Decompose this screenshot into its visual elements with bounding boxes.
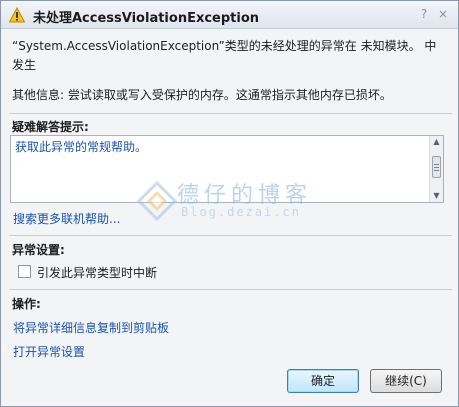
exception-settings-title: 异常设置: [12, 243, 65, 257]
dialog-title: 未处理AccessViolationException [33, 11, 260, 26]
close-icon[interactable]: × [436, 7, 450, 21]
blog-watermark: 德仔的博客 Blog.dezai.cn [137, 177, 327, 225]
title-bar: 未处理AccessViolationException ? × [1, 1, 458, 29]
search-more-help-link[interactable]: 搜索更多联机帮助... [13, 210, 120, 227]
actions-title: 操作: [12, 297, 41, 311]
copy-details-link[interactable]: 将异常详细信息复制到剪贴板 [13, 319, 169, 336]
troubleshooting-title: 疑难解答提示: [12, 120, 89, 134]
open-exception-settings-link[interactable]: 打开异常设置 [13, 343, 85, 360]
tips-scrollbar[interactable]: ▲ ▼ [429, 136, 443, 202]
ok-button[interactable]: 确定 [287, 369, 359, 393]
tip-link-general-help[interactable]: 获取此异常的常规帮助。 [15, 138, 147, 155]
divider [9, 235, 452, 236]
scroll-up-icon[interactable]: ▲ [430, 136, 443, 148]
scroll-thumb[interactable] [432, 156, 441, 178]
additional-info: 其他信息: 尝试读取或写入受保护的内存。这通常指示其他内存已损坏。 [12, 88, 392, 102]
watermark-subtitle: Blog.dezai.cn [181, 205, 301, 219]
break-on-exception-label[interactable]: 引发此异常类型时中断 [37, 264, 157, 281]
scroll-down-icon[interactable]: ▼ [430, 190, 443, 202]
divider [9, 113, 452, 114]
divider [9, 289, 452, 290]
warning-icon [9, 7, 25, 23]
break-on-exception-checkbox[interactable] [18, 265, 31, 278]
watermark-logo-icon [137, 181, 177, 221]
exception-dialog: 未处理AccessViolationException ? × “System.… [0, 0, 459, 407]
exception-message: “System.AccessViolationException”类型的未经处理… [12, 39, 437, 72]
help-icon[interactable]: ? [417, 7, 431, 21]
continue-button[interactable]: 继续(C) [370, 369, 442, 393]
